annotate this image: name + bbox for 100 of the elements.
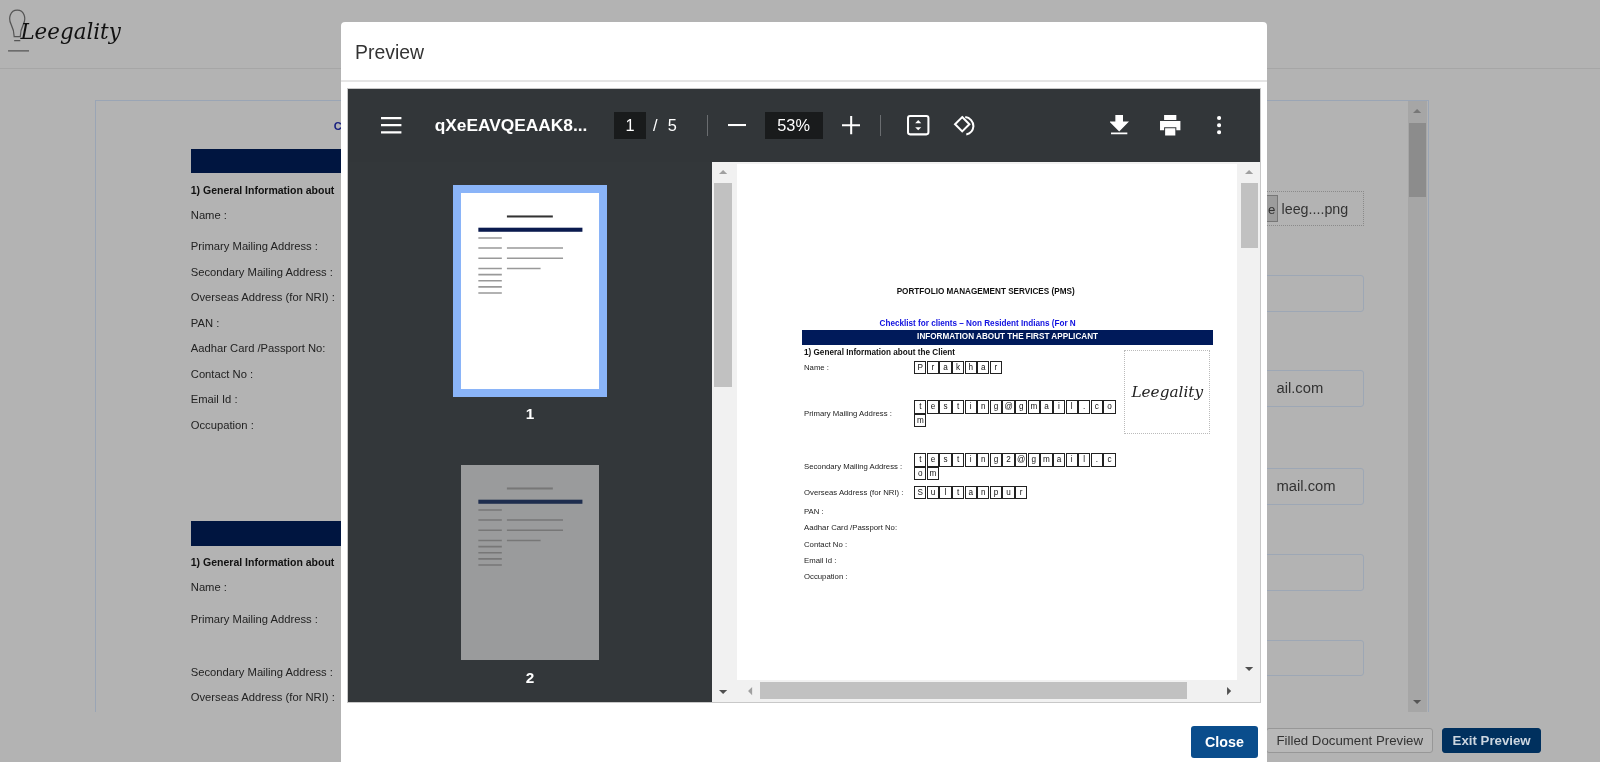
field-label: Aadhar Card /Passport No: — [190, 341, 326, 357]
page-field[interactable]: 1 — [614, 112, 646, 139]
character-cell: S — [914, 485, 927, 500]
section-header: INFORMATION ABOUT THE FIRST APPLICANT — [801, 330, 1214, 345]
scrollbar[interactable] — [712, 162, 734, 702]
page-number: 2 — [525, 668, 535, 687]
fit-page-icon[interactable] — [907, 115, 930, 136]
more-icon[interactable] — [1217, 116, 1222, 135]
rotate-icon[interactable] — [952, 113, 977, 138]
signature-box: Leegality — [1124, 349, 1211, 435]
page-count: 5 — [667, 115, 677, 135]
character-cell: l — [1078, 453, 1091, 467]
character-cell: m — [1040, 453, 1053, 467]
field-label: Occupation : — [190, 418, 254, 433]
character-cell: c — [1103, 453, 1116, 467]
scroll-up-icon[interactable] — [1412, 107, 1423, 116]
document-title: PORTFOLIO MANAGEMENT SERVICES (PMS) — [895, 286, 1076, 296]
character-cell: i — [1052, 400, 1066, 414]
scrollbar[interactable] — [733, 679, 1261, 702]
character-cell: i — [964, 400, 977, 414]
character-cell: t — [914, 453, 927, 467]
footer-button[interactable]: Filled Document Preview — [1266, 727, 1434, 753]
section-title: 1) General Information about the Client — [804, 347, 955, 357]
character-cell: g — [1015, 400, 1028, 414]
character-cell: u — [1002, 485, 1015, 500]
scroll-up-icon[interactable] — [717, 168, 728, 177]
zoom-out-icon[interactable] — [727, 123, 747, 128]
footer-button[interactable]: Exit Preview — [1442, 727, 1541, 753]
scroll-left-icon[interactable] — [745, 685, 754, 696]
page-thumbnail[interactable] — [460, 464, 600, 661]
character-cell: r — [989, 360, 1003, 374]
character-cell: g — [1027, 453, 1040, 467]
character-cell: k — [952, 360, 965, 374]
file-name: leeg....png — [1281, 200, 1349, 217]
scroll-down-icon[interactable] — [1244, 665, 1255, 674]
character-cell: p — [989, 485, 1003, 500]
close-button[interactable]: Close — [1190, 726, 1259, 759]
scroll-down-icon[interactable] — [717, 687, 728, 696]
print-icon[interactable] — [1159, 115, 1182, 136]
character-cell: e — [926, 400, 939, 414]
character-cell: n — [977, 485, 990, 500]
character-cell: i — [964, 453, 977, 467]
character-cell: 2 — [1002, 453, 1015, 467]
download-icon[interactable] — [1110, 115, 1129, 136]
zoom-in-icon[interactable] — [842, 116, 861, 135]
character-cell: . — [1078, 400, 1091, 414]
field-label: Name : — [190, 579, 227, 595]
scroll-right-icon[interactable] — [1224, 685, 1233, 696]
character-cell: m — [1027, 400, 1040, 414]
character-cell: a — [1052, 453, 1066, 467]
scrollbar[interactable] — [1238, 162, 1261, 680]
field-label: Email Id : — [190, 392, 238, 408]
field-label: Overseas Address (for NRI) : — [190, 290, 335, 306]
character-cell: g — [989, 453, 1003, 467]
character-cell: g — [989, 400, 1003, 414]
scroll-up-icon[interactable] — [1244, 168, 1255, 177]
character-cell: n — [977, 400, 990, 414]
page-separator: / — [652, 115, 658, 135]
section-title: 1) General Information about — [190, 183, 335, 196]
section-title: 1) General Information about — [190, 555, 335, 568]
scroll-thumb[interactable] — [1409, 123, 1426, 197]
scroll-thumb[interactable] — [714, 182, 732, 387]
field-label: PAN : — [190, 316, 220, 331]
character-cell: t — [914, 400, 927, 414]
menu-icon[interactable] — [379, 116, 402, 135]
zoom-field[interactable]: 53% — [764, 112, 823, 139]
character-cell: @ — [1015, 453, 1028, 467]
field-label: Name : — [190, 207, 227, 223]
character-cell: o — [914, 466, 927, 480]
scroll-thumb[interactable] — [760, 682, 1187, 700]
field-label: Overseas Address (for NRI) : — [190, 690, 335, 706]
page-number: 1 — [525, 404, 535, 423]
character-cell: c — [1090, 400, 1103, 414]
document-subtitle: Checklist for clients – Non Resident Indians (For N — [879, 318, 1076, 328]
field-label: Secondary Mailing Address : — [190, 664, 333, 680]
character-cell: t — [952, 400, 965, 414]
field-label: Primary Mailing Address : — [190, 611, 318, 627]
character-cell: i — [1065, 453, 1078, 467]
character-cell: P — [914, 360, 927, 374]
character-cell: m — [914, 413, 927, 427]
character-cell: u — [926, 485, 939, 500]
field-label: Contact No : — [190, 367, 254, 382]
character-cell: m — [926, 466, 939, 480]
form-heading: C — [333, 120, 342, 133]
scroll-down-icon[interactable] — [1412, 697, 1423, 707]
dialog-title: Preview — [355, 40, 424, 63]
character-cell: . — [1090, 453, 1103, 467]
character-cell: t — [952, 453, 965, 467]
character-cell: o — [1103, 400, 1116, 414]
logo-text: Leegality — [20, 18, 121, 47]
scroll-thumb[interactable] — [1240, 182, 1259, 248]
character-cell: t — [952, 485, 965, 500]
field-label: Primary Mailing Address : — [190, 239, 318, 255]
page-thumbnail[interactable] — [452, 184, 608, 397]
character-cell: h — [964, 360, 977, 374]
character-cell: n — [977, 453, 990, 467]
character-cell: a — [939, 360, 952, 374]
field-label: Secondary Mailing Address : — [190, 265, 333, 280]
scrollbar[interactable] — [1408, 101, 1427, 713]
character-cell: @ — [1002, 400, 1015, 414]
